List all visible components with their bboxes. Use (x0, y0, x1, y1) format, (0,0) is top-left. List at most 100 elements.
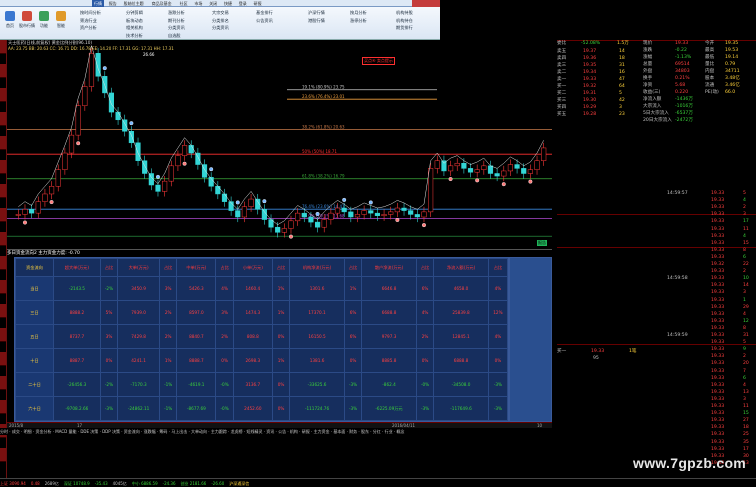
left-toolbar-item-11[interactable] (0, 304, 6, 318)
ribbon-item-1-3[interactable]: 技术分析 (118, 32, 143, 39)
ribbon-item-3-1[interactable]: 分类排名 (204, 17, 229, 24)
left-toolbar-item-15[interactable] (0, 400, 6, 414)
function-tabs-text: 分时 · 成交 · 明细 · 资金分析 · MACD 量能 · DDE 决策 ·… (0, 429, 405, 434)
ribbon-item-7-1[interactable]: 机构持仓 (388, 17, 413, 24)
orderbook-price[interactable]: 19.30 (583, 98, 596, 105)
left-toolbar-item-13[interactable] (0, 352, 6, 366)
window-controls[interactable] (412, 0, 440, 7)
ribbon-item-3-2[interactable]: 分类资讯 (204, 24, 229, 31)
orderbook-price[interactable]: 19.31 (583, 91, 596, 98)
ribbon-item-6-1[interactable]: 涨停分析 (342, 17, 367, 24)
table-header-8: 占比 (271, 258, 291, 277)
buy-signal-marker (395, 217, 400, 222)
ribbon-item-2-1[interactable]: 期刊分析 (160, 17, 185, 24)
table-cell: 2452.60 (232, 396, 273, 421)
mid-quote-price[interactable]: 19.33 (591, 349, 604, 356)
left-toolbar-item-5[interactable] (0, 160, 6, 174)
tick-volume: 29 (743, 304, 749, 310)
ribbon-item-1-1[interactable]: 板块动态 (118, 17, 143, 24)
smart-button[interactable]: 智能 (53, 9, 69, 37)
orderbook-price[interactable]: 19.28 (583, 112, 596, 119)
table-row[interactable]: 二十日 -26456.3 -2% -7170.3 -1% -4619.1 -0% 3136.7… (15, 372, 509, 397)
table-row[interactable]: 当日 -2143.5 -2% 3450.9 3% 5426.3 4% 1460.4 1% 1301… (15, 276, 509, 301)
left-toolbar-item-10[interactable] (0, 280, 6, 294)
left-toolbar-item-4[interactable] (0, 136, 6, 150)
candle-body (354, 214, 361, 218)
top-tab-2[interactable]: 股轴位主题 (122, 0, 146, 7)
ribbon-item-4-1[interactable]: 公告资讯 (248, 17, 273, 24)
table-row[interactable]: 六十日 -9708.2.66 -3% -24862.11 -1% -8677.69 -0% 2… (15, 396, 509, 421)
stat-value: -0.22 (675, 48, 687, 53)
function-tabs-row[interactable]: 分时 · 成交 · 明细 · 资金分析 · MACD 量能 · DDE 决策 ·… (0, 428, 560, 435)
left-toolbar-item-1[interactable] (0, 64, 6, 78)
ribbon-item-5-1[interactable]: 港股行情 (300, 17, 325, 24)
orderbook-price[interactable]: 19.36 (583, 56, 596, 63)
tick-volume: 10 (743, 276, 749, 282)
top-tab-8[interactable]: 登录 (237, 0, 249, 7)
ribbon-item-2-3[interactable]: 自选股 (160, 32, 181, 39)
left-toolbar-item-14[interactable] (0, 376, 6, 390)
top-tab-7[interactable]: 快捷 (222, 0, 234, 7)
orderbook-price[interactable]: 19.32 (583, 84, 596, 91)
candle-body (321, 219, 327, 228)
left-toolbar-item-7[interactable] (0, 208, 6, 222)
left-toolbar-item-3[interactable] (0, 112, 6, 126)
left-toolbar-item-6[interactable] (0, 184, 6, 198)
ribbon-item-5-0[interactable]: 沪深行情 (300, 9, 325, 16)
buy-point-badge[interactable]: 买点④ 卖点提示 (362, 57, 395, 65)
top-tab-6[interactable]: 关闭 (207, 0, 219, 7)
orderbook-price[interactable]: 19.34 (583, 70, 596, 77)
sell-signal-marker (102, 66, 107, 71)
left-toolbar-item-17[interactable] (0, 448, 6, 462)
tick-price: 19.33 (711, 432, 725, 438)
left-toolbar-item-2[interactable] (0, 88, 6, 102)
orderbook-price[interactable]: 19.29 (583, 105, 596, 112)
top-tab-5[interactable]: 市场 (192, 0, 204, 7)
candle-body (388, 211, 394, 215)
tick-price: 19.33 (711, 340, 725, 346)
ribbon-item-0-2[interactable]: 资产分析 (72, 24, 97, 31)
sell-signal-marker (342, 197, 347, 202)
left-toolbar-item-8[interactable] (0, 232, 6, 246)
top-tab-3[interactable]: 商品及基金 (150, 0, 174, 7)
top-tab-0[interactable]: 行情 (92, 0, 104, 7)
table-row[interactable]: 五日 8737.7 3% 7429.8 2% 8840.7 2% 808.8 0% 16150.5… (15, 324, 509, 349)
tick-price: 19.33 (711, 404, 725, 409)
table-cell: 0% (215, 348, 234, 373)
orderbook-price[interactable]: 19.37 (583, 49, 596, 56)
ribbon-item-2-2[interactable]: 分类资讯 (160, 24, 185, 31)
table-cell: -26456.3 (53, 372, 101, 397)
orderbook-volume: 18 (619, 56, 625, 61)
left-toolbar-item-12[interactable] (0, 328, 6, 342)
kline-chart[interactable]: 19.1% (80.9%) 23.75 23.6% (76.4%) 23.01 38… (7, 40, 552, 248)
orderbook-price[interactable]: 19.35 (583, 63, 596, 70)
ribbon-item-1-2[interactable]: 相关机构 (118, 24, 143, 31)
table-cell: 0% (415, 348, 435, 373)
tick-volume: 17 (743, 219, 749, 225)
function-button[interactable]: 功能 (36, 9, 52, 37)
top-tab-4[interactable]: 社区 (178, 0, 190, 7)
table-cell: 7939.0 (117, 300, 160, 325)
ribbon-item-7-2[interactable]: 期货排行 (388, 24, 413, 31)
ribbon-item-2-0[interactable]: 涨跌分析 (160, 9, 185, 16)
top-tab-9[interactable]: 研报 (252, 0, 264, 7)
ribbon-item-0-0[interactable]: 按时间分析 (72, 9, 101, 16)
left-toolbar-item-9[interactable] (0, 256, 6, 270)
table-row[interactable]: 十日 8887.7 0% 4241.1 1% 8888.7 0% 2698.3 1% 1381.6… (15, 348, 509, 373)
table-row[interactable]: 三日 8888.2 5% 7939.0 2% 8597.0 3% 1474.3 1% 17370.… (15, 300, 509, 325)
orderbook-price[interactable]: 19.33 (583, 77, 596, 84)
market-button[interactable]: 股市行情 (19, 9, 35, 37)
left-toolbar-item-0[interactable] (0, 40, 6, 54)
ribbon-item-7-0[interactable]: 机构持股 (388, 9, 413, 16)
ribbon-item-0-1[interactable]: 筛选行业 (72, 17, 97, 24)
ribbon-item-6-0[interactable]: 按月分析 (342, 9, 367, 16)
ribbon-item-1-0[interactable]: 分钟剪辑 (118, 9, 143, 16)
ribbon-item-4-0[interactable]: 基金排行 (248, 9, 273, 16)
report-tag[interactable]: 报告 (537, 240, 547, 246)
ribbon-item-3-0[interactable]: 大宗交易 (204, 9, 229, 16)
table-cell: 8840.7 (176, 324, 217, 349)
top-tab-1[interactable]: 报告 (107, 0, 119, 7)
candle-body (235, 210, 241, 218)
home-button[interactable]: 首页 (2, 9, 18, 37)
candle-body (461, 163, 467, 169)
